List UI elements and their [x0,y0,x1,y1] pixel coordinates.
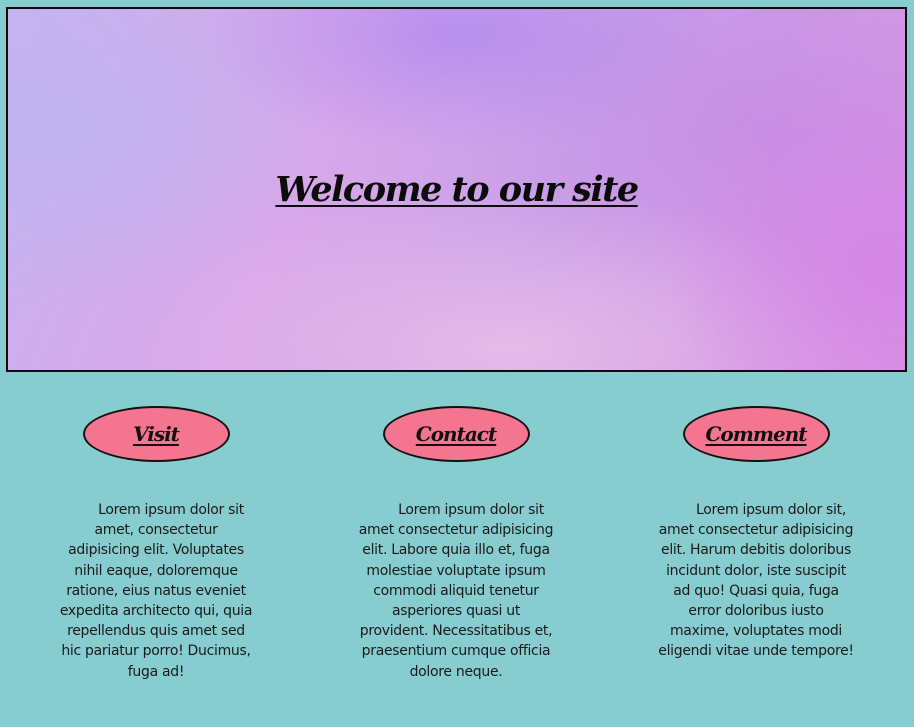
hero-title: Welcome to our site [275,169,639,210]
comment-description: Lorem ipsum dolor sit, amet consectetur … [658,502,854,660]
contact-button-label[interactable]: Contact [416,422,497,446]
contact-description: Lorem ipsum dolor sit amet consectetur a… [358,502,554,680]
comment-column: Comment Lorem ipsum dolor sit, amet cons… [658,406,854,662]
hero-banner: Welcome to our site [6,7,907,372]
comment-button-label[interactable]: Comment [705,422,807,446]
comment-button[interactable]: Comment [682,406,830,462]
contact-column: Contact Lorem ipsum dolor sit amet conse… [358,406,554,682]
visit-description: Lorem ipsum dolor sit amet, consectetur … [59,502,253,680]
visit-button-label[interactable]: Visit [133,422,180,446]
visit-column: Visit Lorem ipsum dolor sit amet, consec… [58,406,254,682]
visit-button[interactable]: Visit [82,406,230,462]
contact-button[interactable]: Contact [382,406,530,462]
